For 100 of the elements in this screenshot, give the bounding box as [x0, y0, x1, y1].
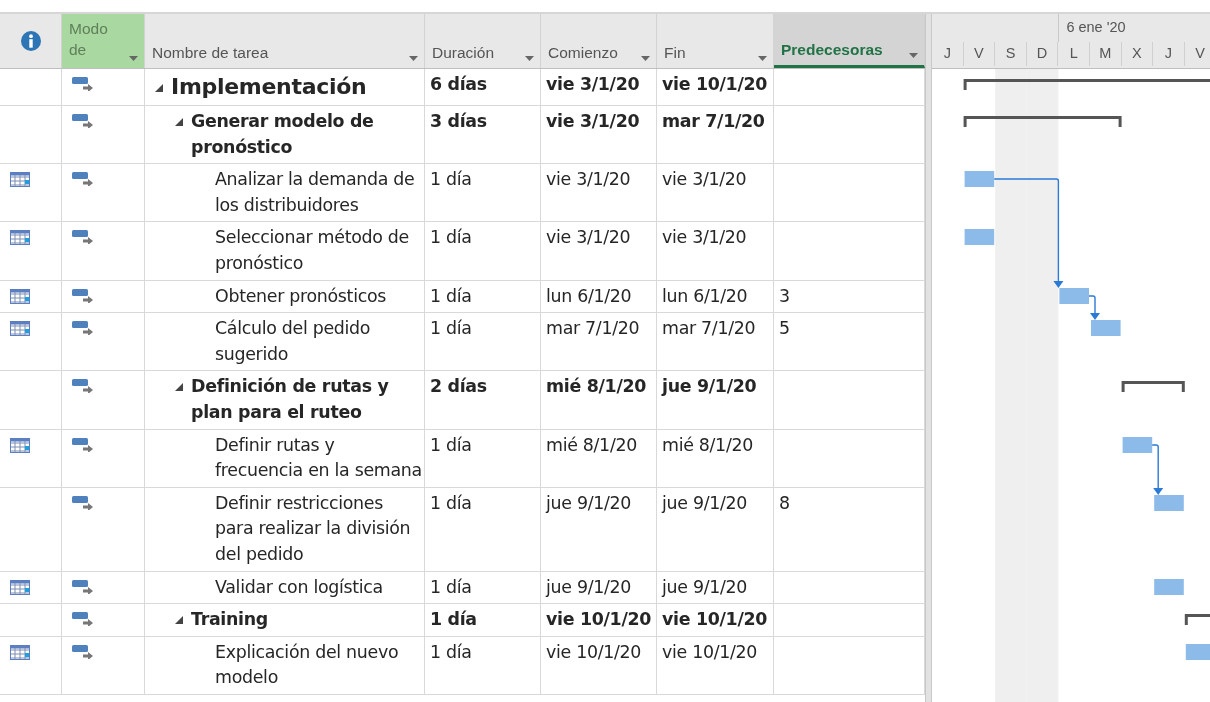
start-date-cell: vie 3/1/20: [546, 169, 631, 190]
collapse-triangle-icon[interactable]: [175, 616, 183, 625]
task-mode-icon: [72, 579, 94, 594]
task-mode-icon: [72, 114, 94, 128]
finish-date-cell: lun 6/1/20: [662, 285, 748, 306]
finish-date-cell: jue 9/1/20: [662, 576, 748, 597]
duration-cell: 1 día: [430, 227, 472, 248]
collapse-triangle-icon[interactable]: [175, 118, 183, 126]
task-name: Definición de rutas y plan para el ruteo: [191, 375, 390, 424]
start-date-cell: jue 9/1/20: [546, 576, 632, 597]
link-arrow: [1088, 295, 1100, 320]
timescale-day-label: X: [1121, 42, 1154, 66]
start-date-cell: vie 10/1/20: [546, 641, 642, 662]
task-bar: [1154, 495, 1184, 511]
task-bar: [1154, 579, 1184, 595]
column-header[interactable]: Predecesoras: [774, 14, 925, 68]
timescale-day-label: M: [1089, 42, 1122, 66]
task-mode-icon: [72, 172, 94, 187]
column-header[interactable]: Duración: [425, 14, 541, 68]
task-bar: [1091, 320, 1121, 336]
duration-cell: 1 día: [430, 609, 477, 630]
task-name: Obtener pronósticos: [215, 284, 387, 308]
timescale-day-label: V: [1184, 42, 1210, 66]
task-mode-icon: [72, 437, 94, 452]
dropdown-caret-icon[interactable]: [129, 56, 138, 62]
column-header[interactable]: Comienzo: [541, 14, 657, 68]
dropdown-caret-icon[interactable]: [641, 56, 650, 62]
dropdown-caret-icon[interactable]: [758, 56, 767, 62]
task-mode-icon: [72, 288, 94, 303]
dropdown-caret-icon[interactable]: [409, 56, 418, 62]
info-icon: [20, 31, 41, 51]
task-name: Seleccionar método de pronóstico: [215, 226, 410, 275]
link-arrow: [1151, 444, 1164, 495]
task-mode-icon: [72, 495, 94, 510]
task-name: Implementación: [171, 73, 367, 101]
predecessor-cell: 5: [779, 318, 790, 339]
duration-cell: 6 días: [430, 74, 487, 94]
task-name: Definir restricciones para realizar la división del pedido: [215, 491, 412, 566]
duration-cell: 1 día: [430, 318, 472, 339]
start-date-cell: jue 9/1/20: [546, 492, 632, 513]
finish-date-cell: mié 8/1/20: [662, 434, 753, 455]
duration-cell: 1 día: [430, 576, 472, 597]
finish-date-cell: vie 10/1/20: [662, 609, 768, 630]
finish-date-cell: vie 3/1/20: [662, 169, 747, 190]
task-name: Definir rutas y frecuencia en la semana: [215, 433, 422, 483]
task-bar: [964, 229, 995, 245]
task-mode-icon: [72, 644, 94, 659]
task-name: Training: [191, 608, 268, 632]
start-date-cell: mar 7/1/20: [546, 318, 640, 339]
timescale-day-label: J: [1153, 42, 1185, 66]
finish-date-cell: vie 10/1/20: [662, 641, 758, 662]
timescale-day-label: S: [995, 42, 1027, 66]
duration-cell: 2 días: [430, 376, 487, 397]
start-date-cell: vie 10/1/20: [546, 609, 652, 630]
timescale-day-label: D: [1026, 42, 1059, 66]
task-bar: [1122, 437, 1153, 453]
task-name: Generar modelo de pronóstico: [191, 110, 375, 159]
collapse-triangle-icon[interactable]: [155, 84, 163, 92]
start-date-cell: mié 8/1/20: [546, 376, 647, 397]
summary-bracket: [1184, 614, 1210, 625]
finish-date-cell: mar 7/1/20: [662, 318, 756, 339]
start-date-cell: vie 3/1/20: [546, 227, 631, 248]
task-name: Validar con logística: [215, 575, 383, 599]
task-mode-icon: [72, 379, 94, 394]
finish-date-cell: mar 7/1/20: [662, 111, 765, 131]
task-bar: [964, 171, 995, 187]
task-name: Cálculo del pedido sugerido: [215, 317, 372, 366]
timescale-week-label: 6 ene '20: [1058, 14, 1126, 42]
finish-date-cell: jue 9/1/20: [662, 376, 757, 397]
summary-bracket: [1121, 381, 1185, 392]
collapse-triangle-icon[interactable]: [175, 383, 183, 392]
task-mode-icon: [72, 230, 94, 245]
start-date-cell: lun 6/1/20: [546, 285, 632, 306]
task-bar: [1185, 644, 1210, 660]
duration-cell: 1 día: [430, 492, 472, 513]
column-header[interactable]: Nombre de tarea: [145, 14, 425, 68]
start-date-cell: mié 8/1/20: [546, 434, 637, 455]
timescale-day-label: L: [1058, 42, 1090, 66]
task-bar: [1059, 288, 1089, 304]
duration-cell: 1 día: [430, 169, 472, 190]
finish-date-cell: jue 9/1/20: [662, 492, 748, 513]
timescale-day-label: J: [932, 42, 964, 66]
predecessor-cell: 3: [779, 285, 790, 306]
start-date-cell: vie 3/1/20: [546, 111, 640, 131]
duration-cell: 1 día: [430, 285, 472, 306]
duration-cell: 1 día: [430, 434, 472, 455]
finish-date-cell: vie 10/1/20: [662, 74, 768, 94]
dropdown-caret-icon[interactable]: [909, 53, 918, 59]
timescale-day-label: V: [963, 42, 996, 66]
predecessor-cell: 8: [779, 492, 790, 513]
task-mode-icon: [72, 77, 94, 91]
task-name: Explicación del nuevo modelo: [215, 640, 400, 690]
start-date-cell: vie 3/1/20: [546, 74, 640, 94]
task-mode-icon: [72, 321, 94, 336]
task-name: Analizar la demanda de los distribuidores: [215, 168, 416, 217]
duration-cell: 1 día: [430, 641, 472, 662]
duration-cell: 3 días: [430, 111, 487, 131]
dropdown-caret-icon[interactable]: [525, 56, 534, 62]
finish-date-cell: vie 3/1/20: [662, 227, 747, 248]
task-mode-icon: [72, 612, 94, 627]
